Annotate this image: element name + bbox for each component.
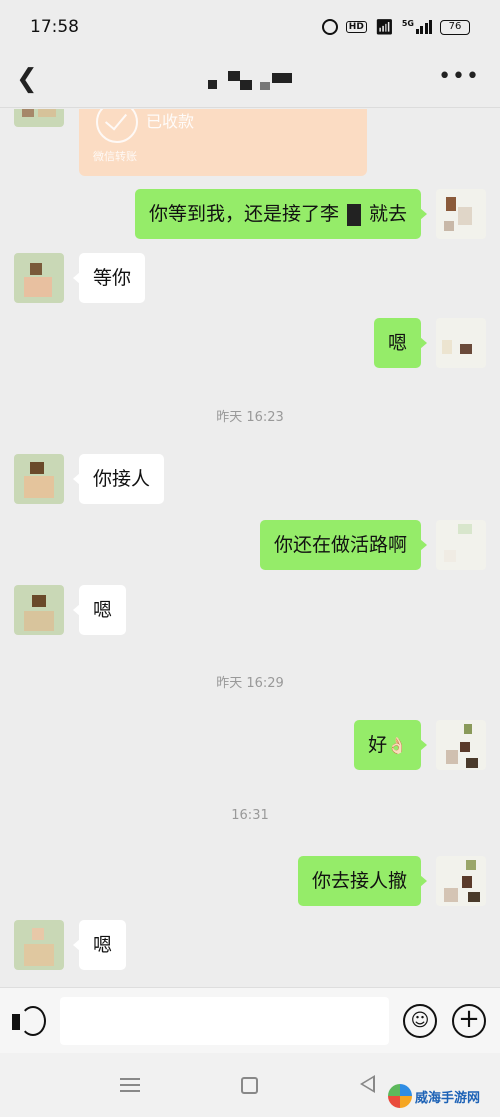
voice-icon[interactable] xyxy=(10,1002,48,1040)
message-bubble-incoming[interactable]: 嗯 xyxy=(72,920,127,970)
contact-avatar[interactable] xyxy=(14,109,64,127)
home-icon[interactable] xyxy=(241,1077,258,1094)
recent-apps-icon[interactable] xyxy=(120,1078,140,1092)
message-bubble-outgoing[interactable]: 你还在做活路啊 xyxy=(259,520,428,570)
message-text: 你等到我，还是接了李 xyxy=(148,203,339,225)
redacted-text xyxy=(346,203,361,226)
timestamp: 昨天 16:23 xyxy=(216,410,284,425)
battery-icon: 76 xyxy=(440,19,470,35)
alarm-icon xyxy=(321,19,338,35)
message-text: 嗯 xyxy=(93,934,113,956)
ok-hand-icon: 👌🏻 xyxy=(387,736,407,755)
message-bubble-incoming[interactable]: 等你 xyxy=(72,253,146,303)
watermark-text: 威海手游网 xyxy=(415,1090,481,1106)
message-text: 你去接人撤 xyxy=(311,870,407,892)
my-avatar[interactable] xyxy=(436,520,486,570)
my-avatar[interactable] xyxy=(436,318,486,368)
status-bar: 17:58 HD 📶︎ 5G 76 xyxy=(0,0,500,54)
timestamp: 昨天 16:29 xyxy=(216,676,284,691)
status-icons: HD 📶︎ 5G 76 xyxy=(321,18,470,36)
watermark: 威海手游网 xyxy=(388,1081,498,1111)
message-text: 嗯 xyxy=(387,332,407,354)
my-avatar[interactable] xyxy=(436,189,486,239)
contact-avatar[interactable] xyxy=(14,585,64,635)
transfer-status: 已收款 xyxy=(146,112,195,131)
more-options-button[interactable]: ••• xyxy=(438,64,480,89)
emoji-icon[interactable]: ☺︎ xyxy=(403,1004,437,1038)
network-type: 5G xyxy=(401,19,414,28)
watermark-logo-icon xyxy=(388,1084,412,1108)
message-text: 你接人 xyxy=(93,468,151,490)
hd-badge: HD xyxy=(345,21,367,33)
wifi-icon: 📶︎ xyxy=(374,18,394,36)
message-input[interactable] xyxy=(60,997,389,1045)
message-bubble-outgoing[interactable]: 你等到我，还是接了李 就去 xyxy=(134,189,428,239)
contact-avatar[interactable] xyxy=(14,920,64,970)
message-bubble-incoming[interactable]: 嗯 xyxy=(72,585,127,635)
check-icon xyxy=(96,109,138,143)
message-text: 你还在做活路啊 xyxy=(273,534,407,556)
message-bubble-outgoing[interactable]: 你去接人撤 xyxy=(297,856,428,906)
my-avatar[interactable] xyxy=(436,856,486,906)
input-bar: ☺︎ + xyxy=(0,987,500,1053)
timestamp: 16:31 xyxy=(231,808,269,823)
message-bubble-outgoing[interactable]: 嗯 xyxy=(373,318,428,368)
contact-avatar[interactable] xyxy=(14,454,64,504)
contact-name-redacted xyxy=(206,71,296,93)
contact-avatar[interactable] xyxy=(14,253,64,303)
transfer-card[interactable]: 已收款 微信转账 xyxy=(79,109,367,176)
message-text: 嗯 xyxy=(93,599,113,621)
transfer-footer: 微信转账 xyxy=(93,150,137,163)
message-bubble-outgoing[interactable]: 好👌🏻 xyxy=(354,720,427,770)
message-text: 好 xyxy=(368,734,388,756)
signal-icon: 5G xyxy=(402,20,432,34)
plus-icon[interactable]: + xyxy=(452,1004,486,1038)
message-text: 等你 xyxy=(93,267,132,289)
message-bubble-incoming[interactable]: 你接人 xyxy=(72,454,165,504)
message-text: 就去 xyxy=(368,203,407,225)
chat-area[interactable]: 已收款 微信转账 你等到我，还是接了李 就去 等你 嗯 昨天 16:23 你接人 … xyxy=(0,109,500,987)
back-button[interactable]: ❮ xyxy=(16,64,38,94)
chat-header: ❮ ••• xyxy=(0,54,500,108)
my-avatar[interactable] xyxy=(436,720,486,770)
back-triangle-icon[interactable] xyxy=(360,1075,375,1093)
status-time: 17:58 xyxy=(30,17,79,37)
